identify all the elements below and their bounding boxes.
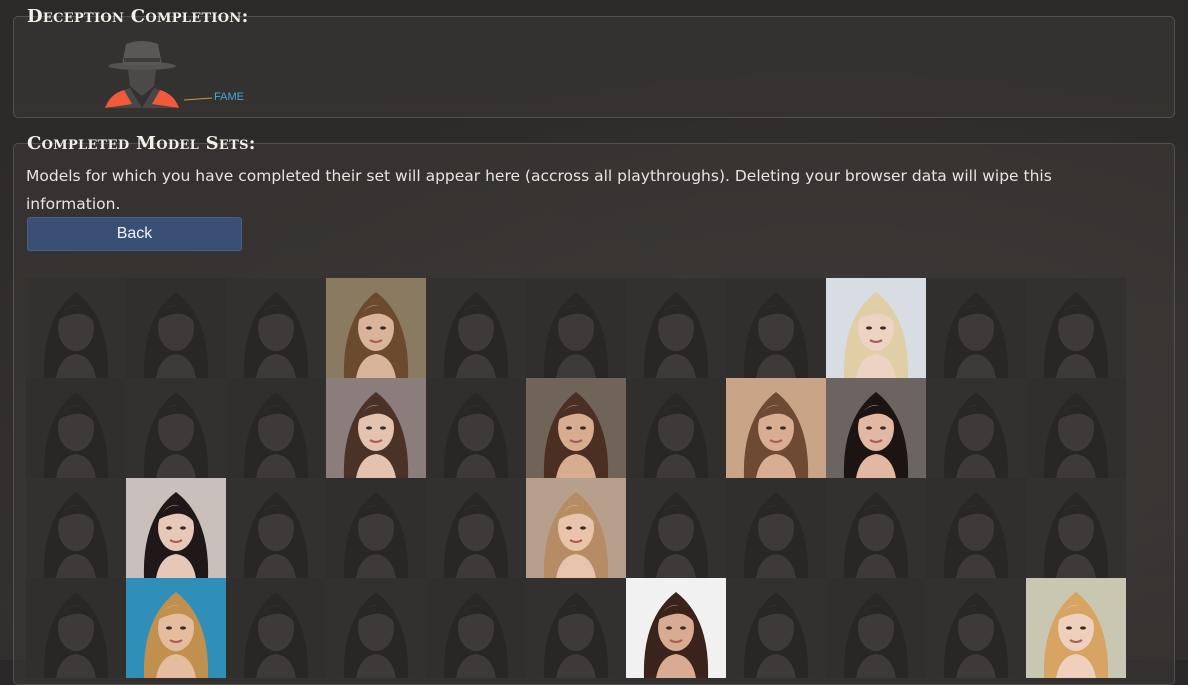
model-portrait-locked[interactable] (226, 578, 326, 678)
model-portrait-locked[interactable] (826, 478, 926, 578)
model-portrait-locked[interactable] (826, 578, 926, 678)
model-portrait-locked[interactable] (726, 278, 826, 378)
model-portrait-locked[interactable] (526, 578, 626, 678)
model-portrait-completed[interactable] (126, 478, 226, 578)
models-description: Models for which you have completed thei… (26, 167, 1052, 213)
model-portrait-completed[interactable] (726, 378, 826, 478)
model-portrait-locked[interactable] (626, 478, 726, 578)
model-portrait-locked[interactable] (926, 478, 1026, 578)
model-portrait-locked[interactable] (1026, 278, 1126, 378)
fame-label: FAME (214, 91, 244, 103)
model-portrait-locked[interactable] (26, 378, 126, 478)
model-portrait-completed[interactable] (126, 578, 226, 678)
model-portrait-completed[interactable] (326, 278, 426, 378)
model-portrait-locked[interactable] (326, 478, 426, 578)
back-button[interactable]: Back (27, 217, 242, 251)
model-portrait-completed[interactable] (326, 378, 426, 478)
model-portrait-locked[interactable] (626, 378, 726, 478)
model-portrait-locked[interactable] (726, 578, 826, 678)
model-portrait-locked[interactable] (126, 378, 226, 478)
model-portrait-locked[interactable] (426, 278, 526, 378)
model-portrait-completed[interactable] (826, 278, 926, 378)
model-portrait-locked[interactable] (1026, 478, 1126, 578)
model-portrait-locked[interactable] (226, 278, 326, 378)
model-portrait-locked[interactable] (1026, 378, 1126, 478)
model-portrait-locked[interactable] (226, 478, 326, 578)
model-portrait-locked[interactable] (426, 578, 526, 678)
model-portrait-completed[interactable] (1026, 578, 1126, 678)
model-portrait-locked[interactable] (926, 278, 1026, 378)
model-portrait-locked[interactable] (26, 578, 126, 678)
models-heading: Completed Model Sets: (27, 133, 256, 154)
model-portrait-locked[interactable] (926, 578, 1026, 678)
model-portrait-locked[interactable] (226, 378, 326, 478)
model-portrait-locked[interactable] (726, 478, 826, 578)
model-portrait-locked[interactable] (526, 278, 626, 378)
model-portrait-locked[interactable] (126, 278, 226, 378)
model-portrait-completed[interactable] (626, 578, 726, 678)
model-portrait-locked[interactable] (426, 478, 526, 578)
model-portrait-locked[interactable] (926, 378, 1026, 478)
model-portrait-locked[interactable] (326, 578, 426, 678)
deception-heading: Deception Completion: (27, 6, 249, 27)
model-portrait-locked[interactable] (426, 378, 526, 478)
model-portrait-completed[interactable] (526, 378, 626, 478)
model-grid (26, 278, 1126, 678)
model-portrait-locked[interactable] (26, 278, 126, 378)
model-portrait-locked[interactable] (26, 478, 126, 578)
model-portrait-locked[interactable] (626, 278, 726, 378)
model-portrait-completed[interactable] (526, 478, 626, 578)
model-portrait-completed[interactable] (826, 378, 926, 478)
